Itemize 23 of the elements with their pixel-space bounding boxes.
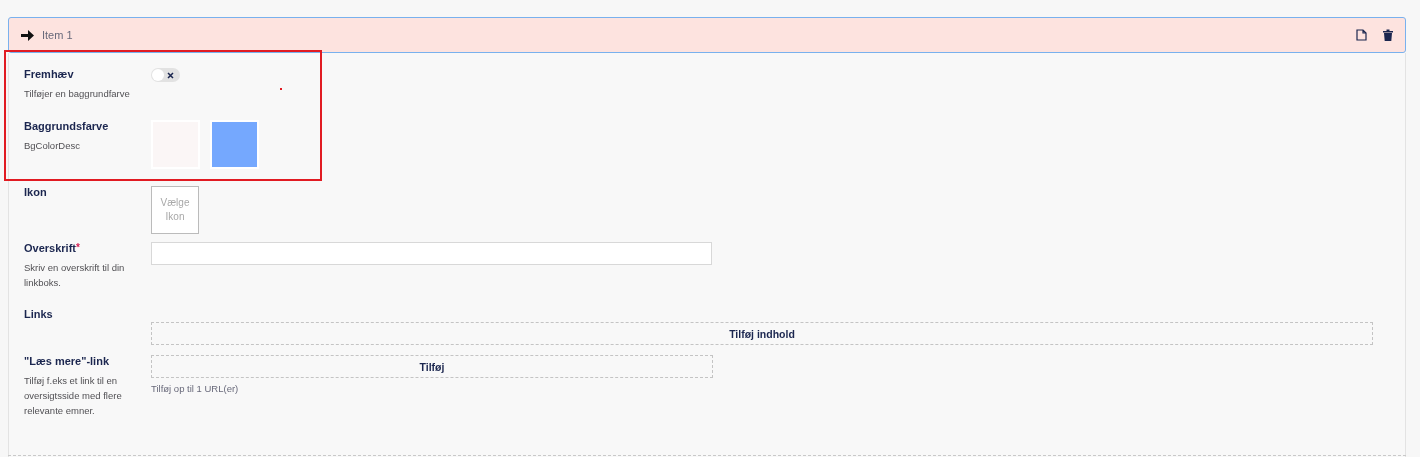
field-label: Fremhæv	[24, 68, 75, 80]
field-description: Skriv en overskrift til din linkboks.	[24, 261, 126, 290]
add-link-button[interactable]: Tilføj	[151, 355, 713, 378]
x-icon	[167, 72, 174, 79]
field-label: "Læs mere"-link	[24, 355, 110, 367]
add-content-button[interactable]: Tilføj indhold	[151, 322, 1373, 345]
color-swatch[interactable]	[210, 120, 259, 169]
text-field[interactable]	[151, 242, 712, 265]
field-label: Overskrift*	[24, 242, 81, 254]
copy-icon[interactable]	[1356, 29, 1367, 41]
field-description: Tilføjer en baggrundfarve	[24, 87, 131, 101]
item-title: Item 1	[42, 29, 74, 41]
field-label: Ikon	[24, 186, 48, 198]
required-mark: *	[76, 242, 80, 253]
trash-icon[interactable]	[1383, 29, 1393, 41]
arrow-icon	[21, 29, 34, 41]
toggle-switch[interactable]	[151, 68, 180, 82]
item-header[interactable]: Item 1	[8, 17, 1406, 53]
field-description: Tilføj f.eks et link til en oversigtsside med flere relevante emner.	[24, 374, 123, 418]
field-description: BgColorDesc	[24, 139, 81, 153]
field-label: Baggrundsfarve	[24, 120, 110, 132]
field-label: Links	[24, 308, 54, 320]
field-hint: Tilføj op til 1 URL(er)	[151, 383, 239, 394]
